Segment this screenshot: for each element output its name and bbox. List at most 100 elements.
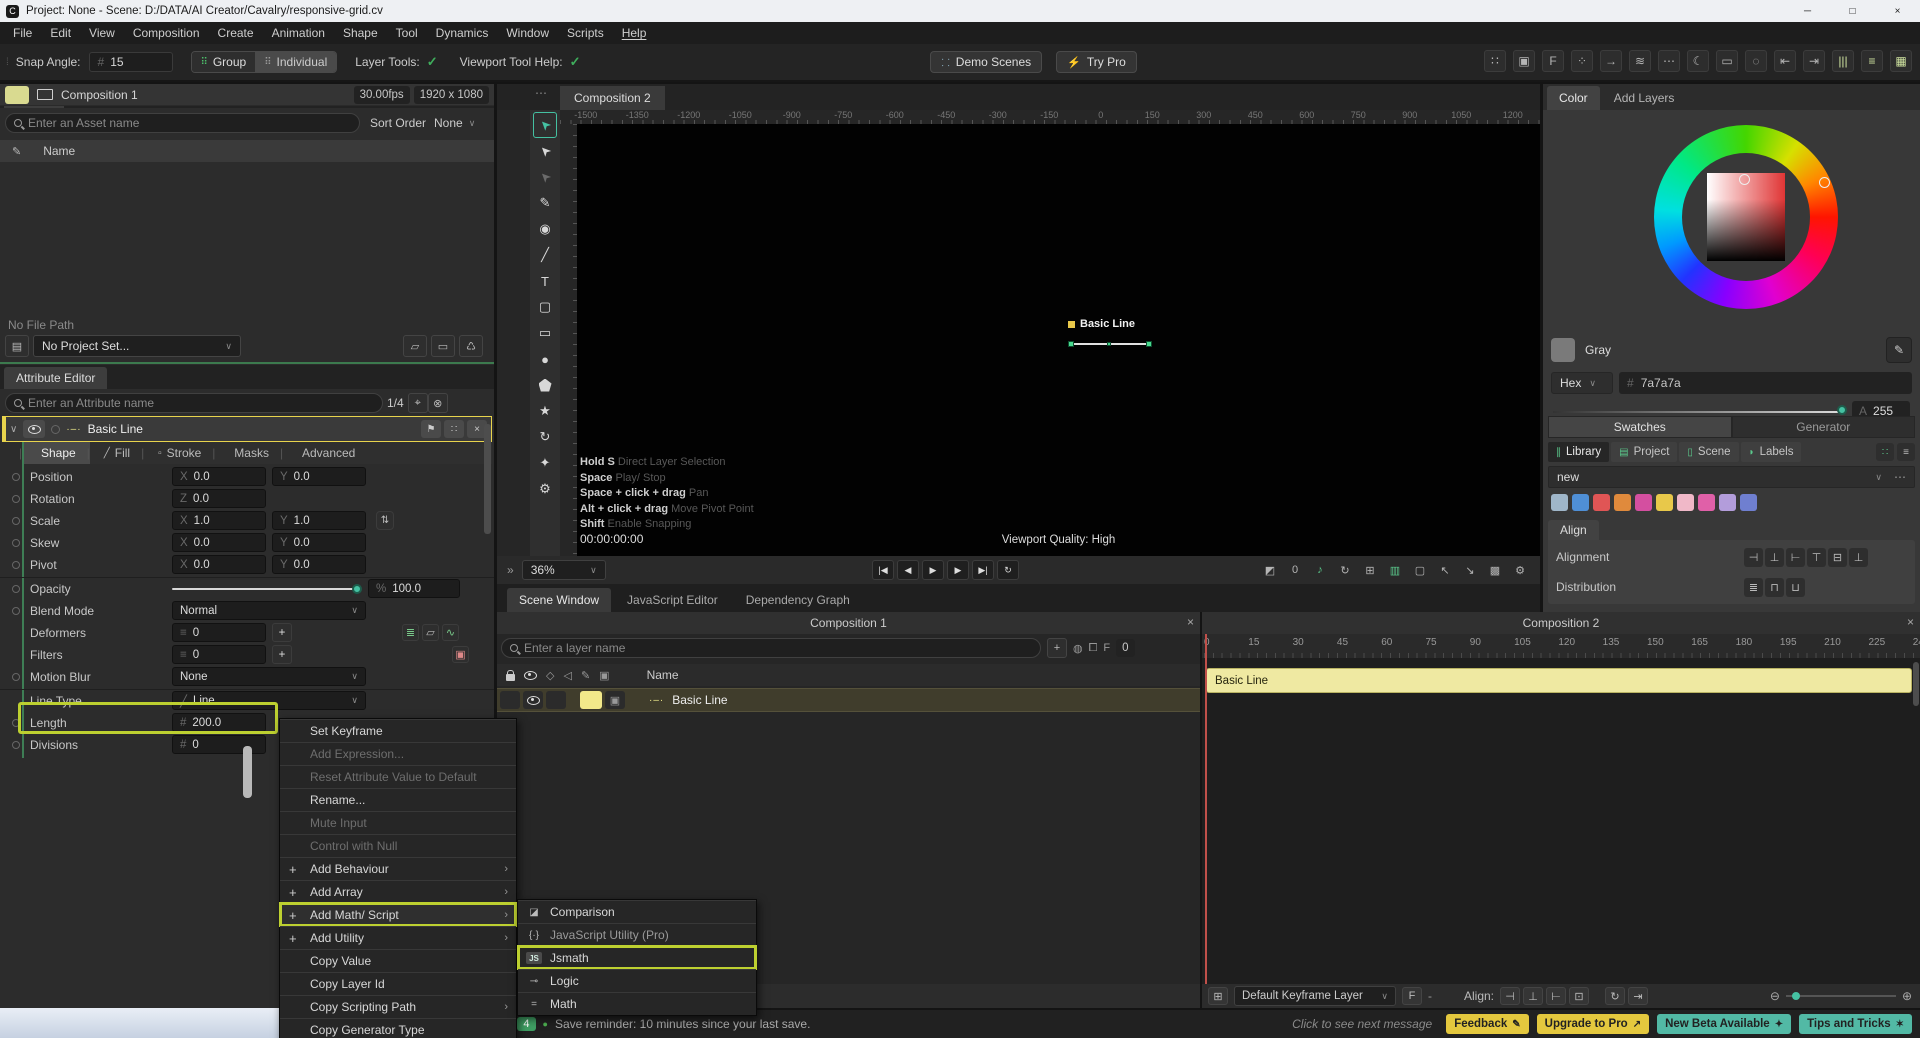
viewport-tab-composition-2[interactable]: Composition 2: [560, 86, 665, 110]
playback-button[interactable]: ▶: [922, 560, 944, 580]
add-layer-button[interactable]: +: [1047, 638, 1067, 658]
connector-circle[interactable]: [12, 673, 20, 681]
layer-name[interactable]: Basic Line: [672, 693, 727, 707]
context-menu-item[interactable]: + Set Keyframe ›: [280, 719, 516, 742]
filter-preview-icon[interactable]: ▣: [452, 646, 469, 663]
scrollbar-thumb[interactable]: [1913, 662, 1919, 706]
attribute-search-input[interactable]: Enter an Attribute name: [5, 393, 383, 413]
skew-y-field[interactable]: Y0.0: [272, 533, 366, 552]
sub-tab[interactable]: Generator: [1732, 416, 1916, 438]
viewport-icon[interactable]: ♪: [1310, 561, 1330, 579]
eye-icon[interactable]: [524, 671, 537, 680]
viewport-tool[interactable]: ➤: [533, 164, 557, 190]
zoom-out-icon[interactable]: ⊖: [1770, 989, 1780, 1003]
viewport-icon[interactable]: ↻: [1335, 561, 1355, 579]
alignment-icon[interactable]: ⊟: [1828, 548, 1847, 567]
viewport-tool[interactable]: ★: [533, 398, 557, 424]
minimize-button[interactable]: ─: [1785, 0, 1830, 22]
snap-angle-field[interactable]: #15: [89, 52, 173, 72]
color-swatch[interactable]: [1719, 494, 1736, 511]
sub-tab[interactable]: Swatches: [1548, 416, 1732, 438]
pin-icon[interactable]: ⚑: [421, 420, 441, 438]
loop-icon[interactable]: ⇥: [1628, 987, 1648, 1005]
saturation-value-square[interactable]: [1707, 173, 1785, 261]
connector-circle[interactable]: [12, 607, 20, 615]
saturation-handle[interactable]: [1739, 174, 1750, 185]
toolbar-icon[interactable]: →: [1600, 50, 1622, 72]
submenu-item[interactable]: = Math: [518, 992, 756, 1015]
connector-circle[interactable]: [12, 719, 20, 727]
lock-cell[interactable]: [500, 691, 520, 709]
swatch-group-dropdown[interactable]: new ∨ ⋯: [1548, 466, 1915, 488]
zoom-in-icon[interactable]: ⊕: [1902, 989, 1912, 1003]
viewport-tool[interactable]: ➤: [533, 112, 557, 138]
close-button[interactable]: ×: [1875, 0, 1920, 22]
folder-icon[interactable]: ▱: [403, 335, 427, 357]
alpha-slider[interactable]: [1553, 411, 1843, 413]
link-scale-icon[interactable]: ⇅: [376, 511, 394, 530]
submenu-item[interactable]: JS Jsmath: [518, 946, 756, 969]
toolbar-icon[interactable]: ⋯: [1658, 50, 1680, 72]
toolbar-icon[interactable]: ≡: [1861, 50, 1883, 72]
align-icon[interactable]: ⊡: [1569, 987, 1589, 1005]
trash-icon[interactable]: ♺: [459, 335, 483, 357]
timeline-ruler[interactable]: 0153045607590105120135150165180195210225…: [1202, 634, 1920, 658]
more-icon[interactable]: ⋯: [1894, 470, 1906, 484]
toolbar-icon[interactable]: ◌: [1745, 50, 1767, 72]
render-cell[interactable]: [546, 691, 566, 709]
alignment-icon[interactable]: ⊣: [1744, 548, 1763, 567]
group-mode-button[interactable]: ⠿Group: [192, 52, 256, 72]
filter-f-icon[interactable]: F: [1402, 987, 1422, 1005]
viewport-tool[interactable]: [533, 372, 557, 398]
context-menu-item[interactable]: + Copy Layer Id ›: [280, 972, 516, 995]
more-icon[interactable]: ⋯: [535, 86, 547, 100]
alignment-icon[interactable]: ⊢: [1786, 548, 1805, 567]
alignment-icon[interactable]: ⊥: [1765, 548, 1784, 567]
view-icon[interactable]: ≡: [1897, 443, 1915, 461]
attribute-tab[interactable]: Shape: [22, 442, 90, 464]
scrollbar-thumb[interactable]: [484, 424, 491, 534]
scrollbar-thumb[interactable]: [243, 746, 252, 798]
playback-button[interactable]: ↻: [997, 560, 1019, 580]
stack-icon[interactable]: ⊞: [1208, 987, 1228, 1005]
viewport-icon[interactable]: 0: [1285, 561, 1305, 579]
length-value-field[interactable]: #200.0: [172, 713, 266, 732]
attribute-tab[interactable]: ╱ Fill: [90, 442, 144, 464]
toolbar-icon[interactable]: ☾: [1687, 50, 1709, 72]
menu-item[interactable]: Shape: [334, 26, 387, 40]
context-menu-item[interactable]: + Copy Value ›: [280, 949, 516, 972]
viewport-tool[interactable]: T: [533, 268, 557, 294]
color-swatch[interactable]: [1593, 494, 1610, 511]
clip-icon[interactable]: ▣: [599, 669, 609, 682]
toolbar-icon[interactable]: ∷: [1484, 50, 1506, 72]
assets-search-input[interactable]: Enter an Asset name: [5, 113, 360, 133]
menu-item[interactable]: Tool: [387, 26, 427, 40]
connector-circle[interactable]: [12, 539, 20, 547]
context-menu-item[interactable]: + Add Math/ Script ›: [280, 903, 516, 926]
attribute-tab[interactable]: Advanced: [283, 442, 369, 464]
source-button[interactable]: ▤Project: [1611, 442, 1677, 462]
distribution-icon[interactable]: ≣: [1744, 578, 1763, 597]
connector-circle[interactable]: [12, 741, 20, 749]
menu-item[interactable]: Dynamics: [427, 26, 498, 40]
connector-circle[interactable]: [12, 473, 20, 481]
status-button[interactable]: New Beta Available✦: [1657, 1014, 1791, 1034]
eyedropper-icon[interactable]: ✎: [12, 145, 21, 158]
filter-value[interactable]: 0: [1116, 639, 1134, 657]
hex-value-field[interactable]: #7a7a7a: [1619, 372, 1912, 394]
menu-item[interactable]: Composition: [124, 26, 209, 40]
project-dropdown[interactable]: No Project Set...∨: [33, 335, 241, 357]
skew-x-field[interactable]: X0.0: [172, 533, 266, 552]
align-icon[interactable]: ⊢: [1546, 987, 1566, 1005]
menu-item[interactable]: Edit: [41, 26, 80, 40]
add-filter-button[interactable]: +: [272, 645, 292, 664]
viewport-tool[interactable]: ⚙: [533, 476, 557, 502]
viewport-icon[interactable]: ▢: [1410, 561, 1430, 579]
connector-circle[interactable]: [12, 517, 20, 525]
asset-row[interactable]: Composition 1 30.00fps 1920 x 1080: [0, 84, 494, 106]
toolbar-icon[interactable]: ⁘: [1571, 50, 1593, 72]
layer-color-swatch[interactable]: [580, 691, 602, 709]
toolbar-icon[interactable]: F: [1542, 50, 1564, 72]
viewport-tool[interactable]: ◉: [533, 216, 557, 242]
alignment-icon[interactable]: ⊤: [1807, 548, 1826, 567]
